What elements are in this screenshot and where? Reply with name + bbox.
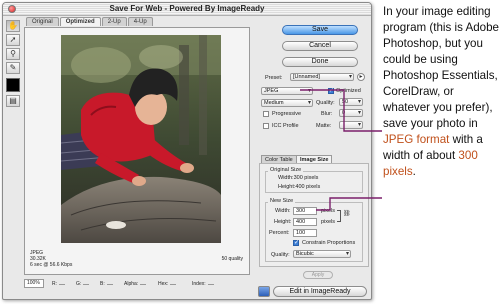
callout-line-width <box>316 197 382 211</box>
caption-jpeg-format: JPEG format <box>383 133 450 146</box>
caption-text-3: . <box>412 165 416 178</box>
callout-line-format <box>300 89 382 132</box>
instruction-caption: In your image editing program (this is A… <box>383 4 500 180</box>
caption-text-1: In your image editing program (this is A… <box>383 5 499 130</box>
